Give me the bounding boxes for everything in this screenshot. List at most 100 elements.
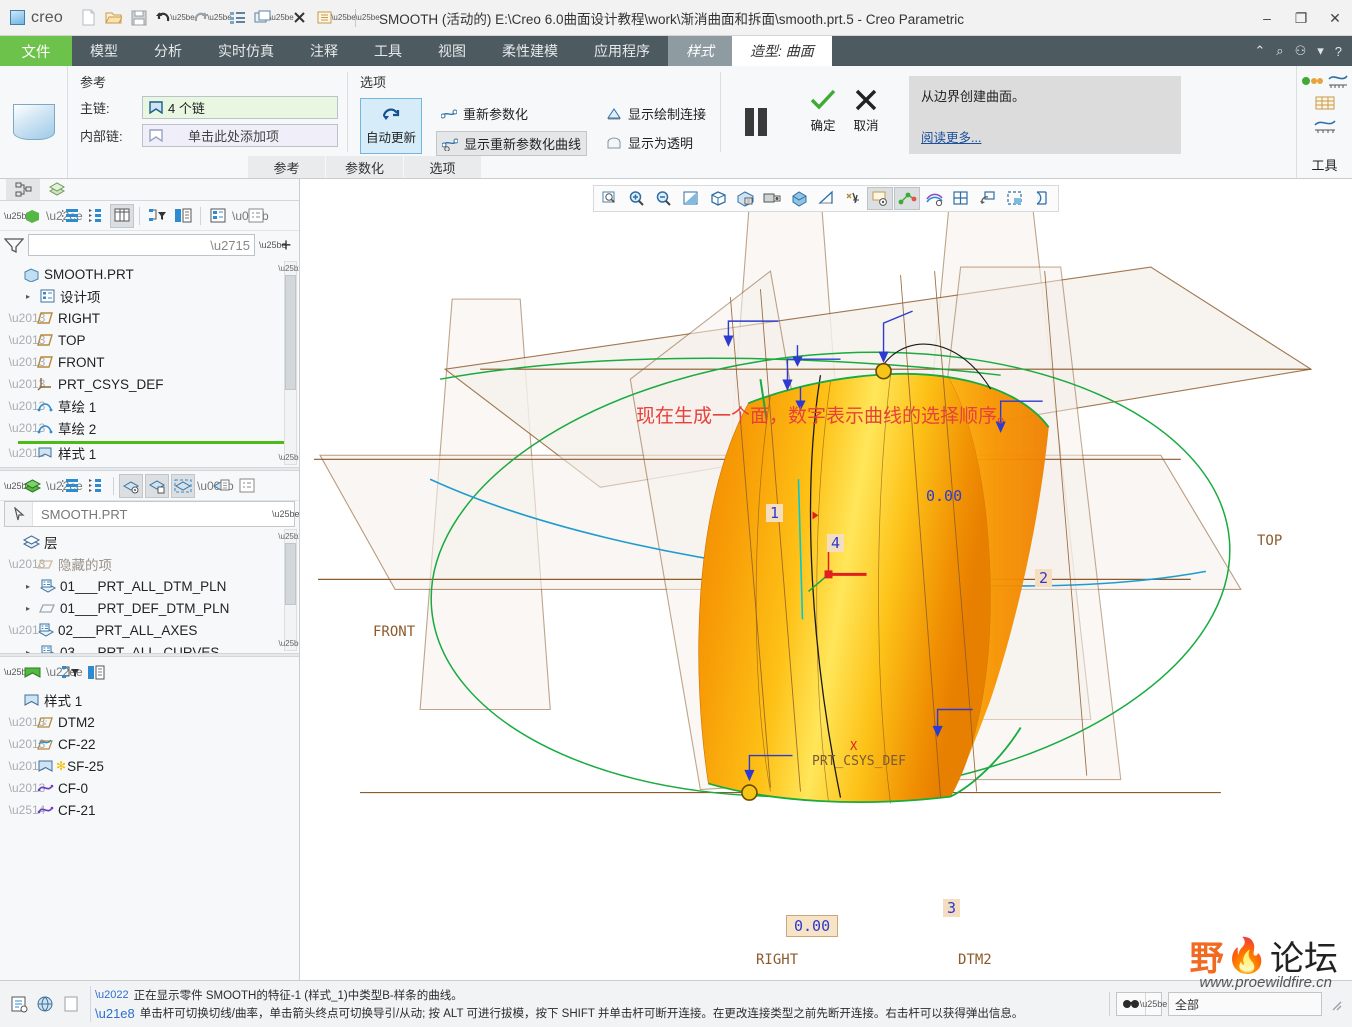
model-tree-tab[interactable]	[6, 178, 40, 200]
tree-item-design-items[interactable]: ▸ 设计项	[4, 285, 299, 307]
tree-item-layer-all-axes[interactable]: \u2013 02___PRT_ALL_AXES	[4, 619, 299, 641]
tree-item-style-root[interactable]: 样式 1	[4, 689, 299, 711]
tangency-value-tag-top[interactable]: 0.00	[926, 487, 962, 505]
tab-analysis[interactable]: 分析	[136, 36, 200, 66]
datum-point-icon[interactable]	[1301, 73, 1323, 89]
tree-item-cf-21[interactable]: \u2514 CF-21	[4, 799, 299, 821]
resize-grip[interactable]	[1328, 997, 1342, 1011]
view-manager-icon[interactable]	[313, 6, 337, 30]
notes-icon[interactable]	[60, 993, 82, 1015]
model-tree[interactable]: SMOOTH.PRT ▸ 设计项 \u2013 RIGHT \u2013 TOP…	[0, 259, 299, 467]
tree-overflow-icon[interactable]: \u00bb	[232, 209, 269, 223]
tree-item-layer-all-curves[interactable]: ▸ 03___PRT_ALL_CURVES	[4, 641, 299, 653]
section-icon[interactable]	[1029, 187, 1055, 210]
tree-item-right[interactable]: \u2013 RIGHT	[4, 307, 299, 329]
tree-item-cf-0[interactable]: \u2013 CF-0	[4, 777, 299, 799]
tab-annotate[interactable]: 注释	[292, 36, 356, 66]
regenerate-icon[interactable]	[226, 6, 250, 30]
datum-display-icon[interactable]	[813, 187, 839, 210]
scroll-up-arrow[interactable]: \u25b2	[278, 262, 299, 275]
tree-settings-icon[interactable]	[244, 204, 268, 228]
tab-applications[interactable]: 应用程序	[576, 36, 668, 66]
pause-button[interactable]	[745, 108, 768, 136]
selection-filter-combo[interactable]: 全部	[1168, 992, 1322, 1016]
zoom-in-icon[interactable]	[624, 187, 650, 210]
scroll-down-arrow[interactable]: \u25bc	[278, 637, 299, 650]
open-file-icon[interactable]	[102, 6, 126, 30]
twisty[interactable]: ▸	[20, 604, 36, 613]
close-window-icon[interactable]	[288, 6, 312, 30]
view-dropdown-caret[interactable]: \u25be	[331, 6, 355, 30]
model-tree-menu-caret[interactable]: \u25be	[4, 211, 32, 221]
tree-item-layer-def-dtm-pln[interactable]: ▸ 01___PRT_DEF_DTM_PLN	[4, 597, 299, 619]
clear-search-icon[interactable]: \u2715	[210, 238, 250, 253]
auto-update-button[interactable]: 自动更新	[360, 98, 422, 154]
tree-item-layers-root[interactable]: 层	[4, 531, 299, 553]
curvature-analysis-icon[interactable]	[1327, 72, 1349, 90]
tree-item-top[interactable]: \u2013 TOP	[4, 329, 299, 351]
globe-icon[interactable]	[34, 993, 56, 1015]
ok-button[interactable]: 确定	[809, 88, 837, 134]
layer-overflow-icon[interactable]: \u00bb	[197, 479, 234, 493]
scroll-thumb[interactable]	[285, 543, 296, 605]
layer-isolate-icon[interactable]	[145, 473, 169, 498]
maximize-button[interactable]: ❐	[1284, 0, 1318, 36]
twisty[interactable]: ▸	[20, 292, 36, 301]
tree-item-cf-22[interactable]: \u2013 CF-22	[4, 733, 299, 755]
twisty[interactable]: ▸	[20, 648, 36, 654]
tree-item-front[interactable]: \u2013 FRONT	[4, 351, 299, 373]
minimize-button[interactable]: –	[1250, 0, 1284, 36]
model-tree-scrollbar[interactable]: \u25b2 \u25bc	[278, 261, 299, 465]
style-surface-icon[interactable]	[20, 660, 44, 684]
model-tree-cube-icon[interactable]	[20, 204, 44, 228]
tree-item-style-1[interactable]: \u2013 样式 1	[4, 446, 299, 460]
undo-icon[interactable]	[152, 6, 176, 30]
tree-item-prt-csys-def[interactable]: \u2013 PRT_CSYS_DEF	[4, 373, 299, 395]
datum-points-display-icon[interactable]	[894, 187, 920, 210]
saved-orientations-icon[interactable]	[732, 187, 758, 210]
help-icon[interactable]: ?	[1335, 44, 1342, 59]
internal-chain-field[interactable]: 单击此处添加项	[142, 124, 338, 147]
layers-stack-icon[interactable]	[20, 474, 44, 498]
layer-more-dots[interactable]: \u22ee	[46, 479, 83, 493]
layer-properties-icon[interactable]	[209, 474, 233, 498]
layer-tree-tab[interactable]	[40, 178, 74, 200]
tree-item-dtm2[interactable]: \u2013 DTM2	[4, 711, 299, 733]
refit-icon[interactable]	[678, 187, 704, 210]
reparameterize-button[interactable]: 重新参数化	[436, 102, 587, 125]
tab-live-simulation[interactable]: 实时仿真	[200, 36, 292, 66]
show-draft-connection-button[interactable]: 显示绘制连接	[601, 102, 711, 125]
qat-overflow-caret[interactable]: \u25be	[355, 6, 379, 30]
tree-item-sf-25[interactable]: \u2013 ✻ SF-25	[4, 755, 299, 777]
redo-icon[interactable]	[189, 6, 213, 30]
appearance-gallery-icon[interactable]	[921, 187, 947, 210]
layer-menu-caret[interactable]: \u25be	[4, 481, 32, 491]
view-manager-icon[interactable]	[759, 187, 785, 210]
model-tree-search-input[interactable]: \u2715	[28, 234, 255, 256]
tree-filter-icon[interactable]	[145, 204, 169, 228]
tree-item-sketch-1[interactable]: \u2013 草绘 1	[4, 395, 299, 417]
style-filter-icon[interactable]	[58, 660, 82, 684]
tree-item-layer-all-dtm-pln[interactable]: ▸ 01___PRT_ALL_DTM_PLN	[4, 575, 299, 597]
subtab-references[interactable]: 参考	[248, 156, 326, 178]
tab-view[interactable]: 视图	[420, 36, 484, 66]
search-icon[interactable]: ⌕	[1276, 43, 1283, 59]
quick-access-toolbar[interactable]: \u25be \u25be \u25be \u25be \u25be	[77, 6, 380, 30]
tab-styling-surface[interactable]: 造型: 曲面	[732, 36, 832, 66]
tangency-value-tag-bottom[interactable]: 0.00	[786, 915, 839, 937]
zoom-out-icon[interactable]	[651, 187, 677, 210]
model-tree-more-dots[interactable]: \u22ee	[46, 209, 83, 223]
style-layout-icon[interactable]	[84, 660, 108, 684]
tree-columns-icon[interactable]	[110, 203, 134, 228]
tab-file[interactable]: 文件	[0, 36, 72, 66]
scroll-up-arrow[interactable]: \u25b2	[278, 530, 299, 543]
graphics-viewport[interactable]: 现在生成一个面，数字表示曲线的选择顺序。 1 4 2 3 0.00 0.00 T…	[300, 179, 1352, 980]
tab-tools[interactable]: 工具	[356, 36, 420, 66]
tab-model[interactable]: 模型	[72, 36, 136, 66]
layer-expand-all-icon[interactable]	[58, 474, 82, 498]
new-file-icon[interactable]	[77, 6, 101, 30]
zoom-window-icon[interactable]	[597, 187, 623, 210]
show-transparent-button[interactable]: 显示为透明	[601, 131, 711, 154]
tree-item-smooth-prt[interactable]: SMOOTH.PRT	[4, 263, 299, 285]
window-dropdown-caret[interactable]: \u25be	[269, 6, 293, 30]
